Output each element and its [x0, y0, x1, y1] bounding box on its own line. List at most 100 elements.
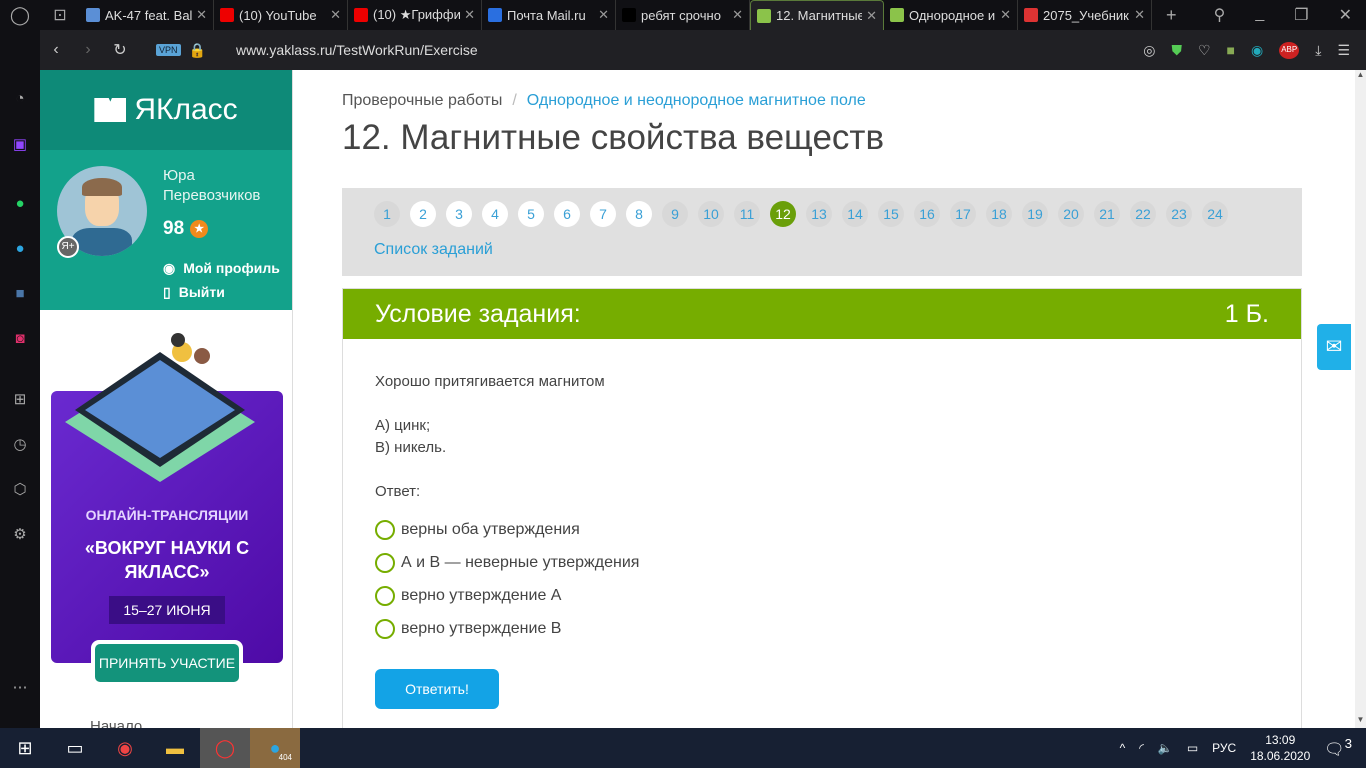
- task-page-23[interactable]: 23: [1166, 201, 1192, 227]
- volume-icon[interactable]: 🔈: [1158, 741, 1173, 755]
- vk-icon[interactable]: ■: [10, 285, 30, 302]
- task-page-15[interactable]: 15: [878, 201, 904, 227]
- more-icon[interactable]: ⋯: [10, 678, 30, 696]
- adblock-icon[interactable]: ABP: [1279, 41, 1300, 59]
- browser-tab[interactable]: 12. Магнитные ✕: [750, 0, 884, 30]
- browser-tab[interactable]: 2075_Учебник ✕: [1018, 0, 1152, 30]
- answer-option[interactable]: верны оба утверждения: [375, 513, 1269, 546]
- participate-button[interactable]: ПРИНЯТЬ УЧАСТИЕ: [91, 640, 243, 686]
- whatsapp-icon[interactable]: ●: [10, 195, 30, 212]
- task-page-2[interactable]: 2: [410, 201, 436, 227]
- reload-button[interactable]: ↻: [104, 40, 136, 60]
- settings-icon[interactable]: ⚙: [10, 525, 30, 543]
- twitch-icon[interactable]: ▣: [10, 135, 30, 153]
- close-tab-icon[interactable]: ✕: [598, 7, 609, 23]
- task-page-12[interactable]: 12: [770, 201, 796, 227]
- task-page-1[interactable]: 1: [374, 201, 400, 227]
- task-page-24[interactable]: 24: [1202, 201, 1228, 227]
- radio-button[interactable]: [375, 552, 395, 573]
- extension-icon[interactable]: ◉: [1251, 42, 1263, 59]
- radio-button[interactable]: [375, 519, 395, 540]
- url-field[interactable]: www.yaklass.ru/TestWorkRun/Exercise: [236, 42, 478, 58]
- close-window-button[interactable]: ✕: [1339, 5, 1352, 25]
- windows-start-icon[interactable]: ⊞: [0, 728, 50, 768]
- notifications-icon[interactable]: 🗨3: [1324, 736, 1352, 759]
- browser-tab[interactable]: (10) YouTube ✕: [214, 0, 348, 30]
- show-hidden-icons[interactable]: ^: [1120, 741, 1126, 755]
- radio-button[interactable]: [375, 618, 395, 639]
- search-icon[interactable]: ⚲: [1214, 5, 1226, 25]
- task-page-21[interactable]: 21: [1094, 201, 1120, 227]
- cube-icon[interactable]: ⬡: [10, 480, 30, 498]
- browser-tab[interactable]: (10) ★Гриффи ✕: [348, 0, 482, 30]
- gamepad-icon[interactable]: ⊡: [40, 5, 80, 25]
- breadcrumb-link[interactable]: Однородное и неоднородное магнитное поле: [527, 92, 866, 109]
- yaklass-logo[interactable]: ЯКласс: [40, 70, 292, 150]
- speed-dial-icon[interactable]: ◔: [10, 90, 30, 107]
- clock[interactable]: 13:09 18.06.2020: [1250, 732, 1310, 764]
- new-tab-button[interactable]: +: [1152, 5, 1191, 26]
- task-list-link[interactable]: Список заданий: [374, 241, 493, 259]
- forward-button[interactable]: ›: [72, 41, 104, 59]
- radio-button[interactable]: [375, 585, 395, 606]
- telegram-icon[interactable]: ●: [10, 240, 30, 257]
- breadcrumb-root[interactable]: Проверочные работы: [342, 92, 502, 109]
- task-page-16[interactable]: 16: [914, 201, 940, 227]
- task-page-10[interactable]: 10: [698, 201, 724, 227]
- task-page-14[interactable]: 14: [842, 201, 868, 227]
- wifi-icon[interactable]: ◜: [1139, 741, 1144, 755]
- task-page-20[interactable]: 20: [1058, 201, 1084, 227]
- battery-icon[interactable]: ▭: [1187, 741, 1198, 755]
- opera-logo-icon[interactable]: ◯: [0, 5, 40, 26]
- my-profile-link[interactable]: ◉ Мой профиль: [163, 260, 280, 277]
- browser-tab[interactable]: ребят срочно ✕: [616, 0, 750, 30]
- task-page-17[interactable]: 17: [950, 201, 976, 227]
- close-tab-icon[interactable]: ✕: [1134, 7, 1145, 23]
- close-tab-icon[interactable]: ✕: [330, 7, 341, 23]
- history-icon[interactable]: ◷: [10, 435, 30, 453]
- answer-option[interactable]: верно утверждение В: [375, 612, 1269, 645]
- logout-link[interactable]: ▯ Выйти: [163, 284, 225, 301]
- language-indicator[interactable]: РУС: [1212, 741, 1236, 755]
- maximize-button[interactable]: ❐: [1294, 5, 1308, 25]
- close-tab-icon[interactable]: ✕: [196, 7, 207, 23]
- file-explorer-icon[interactable]: ▬: [150, 728, 200, 768]
- scrollbar[interactable]: ▲ ▼: [1355, 70, 1366, 728]
- back-button[interactable]: ‹: [40, 41, 72, 59]
- task-page-18[interactable]: 18: [986, 201, 1012, 227]
- shield-icon[interactable]: ⛊: [1171, 42, 1182, 59]
- start-link[interactable]: Начало: [90, 718, 142, 728]
- extension-cube-icon[interactable]: ■: [1227, 42, 1235, 59]
- feedback-mail-button[interactable]: ✉: [1317, 324, 1351, 370]
- vpn-badge[interactable]: VPN: [156, 44, 181, 56]
- submit-answer-button[interactable]: Ответить!: [375, 669, 499, 709]
- task-page-3[interactable]: 3: [446, 201, 472, 227]
- telegram-taskbar-icon[interactable]: ● 404: [250, 728, 300, 768]
- task-page-5[interactable]: 5: [518, 201, 544, 227]
- task-page-7[interactable]: 7: [590, 201, 616, 227]
- minimize-button[interactable]: _: [1255, 5, 1264, 25]
- close-tab-icon[interactable]: ✕: [732, 7, 743, 23]
- close-tab-icon[interactable]: ✕: [866, 8, 877, 24]
- settings-sliders-icon[interactable]: ☰: [1337, 42, 1350, 59]
- browser-tab[interactable]: AK-47 feat. Ball ✕: [80, 0, 214, 30]
- apps-icon[interactable]: ⊞: [10, 390, 30, 408]
- opera-taskbar-icon[interactable]: ◯: [200, 728, 250, 768]
- task-page-9[interactable]: 9: [662, 201, 688, 227]
- answer-option[interactable]: верно утверждение А: [375, 579, 1269, 612]
- close-tab-icon[interactable]: ✕: [1000, 7, 1011, 23]
- task-page-4[interactable]: 4: [482, 201, 508, 227]
- task-page-13[interactable]: 13: [806, 201, 832, 227]
- task-page-8[interactable]: 8: [626, 201, 652, 227]
- heart-icon[interactable]: ♡: [1198, 42, 1211, 59]
- task-page-6[interactable]: 6: [554, 201, 580, 227]
- task-page-11[interactable]: 11: [734, 201, 760, 227]
- chrome-icon[interactable]: ◉: [100, 728, 150, 768]
- browser-tab[interactable]: Почта Mail.ru ✕: [482, 0, 616, 30]
- camera-icon[interactable]: ◎: [1143, 42, 1155, 59]
- task-page-22[interactable]: 22: [1130, 201, 1156, 227]
- task-page-19[interactable]: 19: [1022, 201, 1048, 227]
- close-tab-icon[interactable]: ✕: [464, 7, 475, 23]
- browser-tab[interactable]: Однородное и ✕: [884, 0, 1018, 30]
- instagram-icon[interactable]: ◙: [10, 330, 30, 347]
